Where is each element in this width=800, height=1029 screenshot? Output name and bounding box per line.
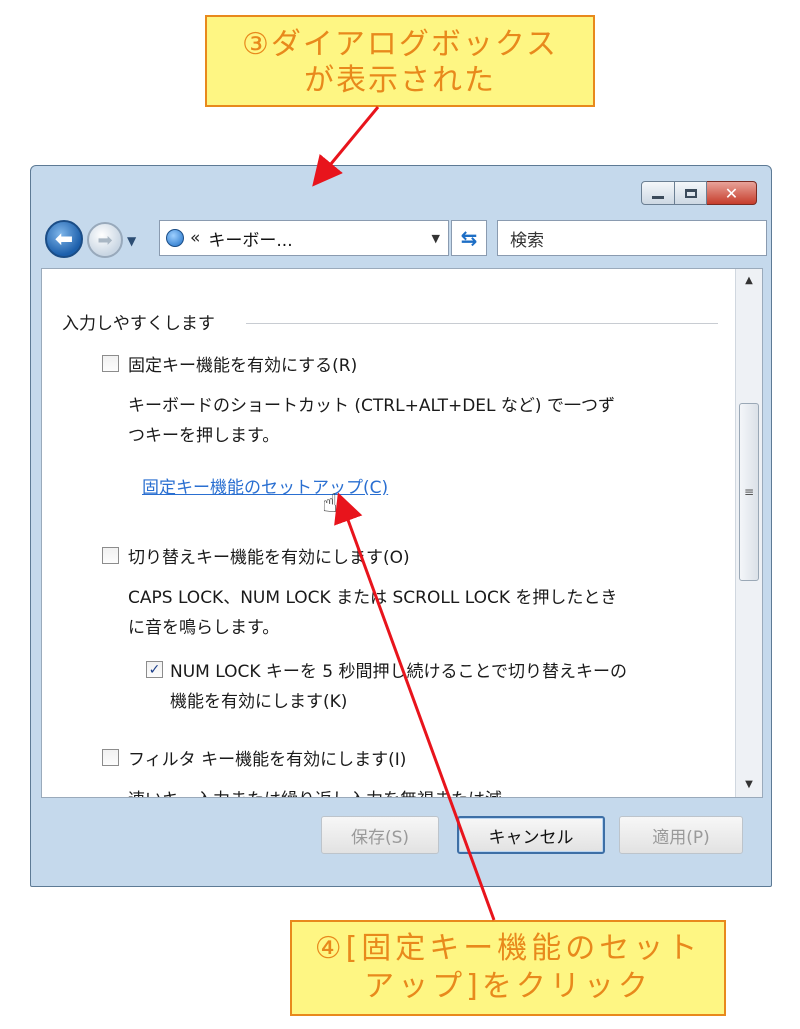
toggle-keys-label[interactable]: 切り替えキー機能を有効にします(O) bbox=[128, 543, 410, 568]
address-bar[interactable]: « キーボー... ▼ bbox=[159, 220, 449, 256]
refresh-icon: ⇆ bbox=[460, 226, 478, 250]
callout-top-line2: が表示された bbox=[304, 63, 496, 98]
navigation-bar: ⬅ ➡ ▼ « キーボー... ▼ ⇆ 検索 bbox=[31, 212, 771, 264]
toggle-keys-desc-line2: に音を鳴らします。 bbox=[128, 618, 280, 638]
sticky-keys-desc-line1: キーボードのショートカット (CTRL+ALT+DEL など) で一つず bbox=[128, 396, 615, 416]
search-placeholder: 検索 bbox=[510, 230, 544, 251]
search-input[interactable]: 検索 bbox=[497, 220, 767, 256]
toggle-keys-desc-line1: CAPS LOCK、NUM LOCK または SCROLL LOCK を押したと… bbox=[128, 588, 618, 608]
arrow-left-icon: ⬅ bbox=[54, 226, 74, 252]
scroll-thumb[interactable]: ≡ bbox=[739, 403, 759, 581]
vertical-scrollbar[interactable]: ▲ ≡ ▼ bbox=[735, 269, 762, 797]
control-panel-icon bbox=[166, 229, 184, 247]
filter-keys-label[interactable]: フィルタ キー機能を有効にします(I) bbox=[128, 745, 406, 770]
maximize-button[interactable] bbox=[675, 181, 707, 205]
save-button[interactable]: 保存(S) bbox=[321, 816, 439, 854]
close-button[interactable]: ✕ bbox=[707, 181, 757, 205]
chevron-down-icon: ▼ bbox=[127, 234, 137, 248]
control-panel-window: ✕ ⬅ ➡ ▼ « キーボー... ▼ ⇆ 検索 入力しやすくします 固定キー機… bbox=[30, 165, 772, 887]
hand-cursor-icon: ☝ bbox=[322, 489, 338, 519]
close-icon: ✕ bbox=[724, 183, 739, 203]
dialog-footer: 保存(S) キャンセル 適用(P) bbox=[41, 802, 763, 878]
minimize-button[interactable] bbox=[641, 181, 675, 205]
sticky-keys-desc-line2: つキーを押します。 bbox=[128, 426, 280, 446]
cancel-button[interactable]: キャンセル bbox=[457, 816, 605, 854]
window-controls: ✕ bbox=[641, 181, 757, 205]
address-dropdown-icon[interactable]: ▼ bbox=[432, 232, 440, 245]
sticky-keys-label[interactable]: 固定キー機能を有効にする(R) bbox=[128, 351, 357, 376]
grip-icon: ≡ bbox=[743, 485, 755, 499]
back-button[interactable]: ⬅ bbox=[45, 220, 83, 258]
numlock-toggle-label-line2[interactable]: 機能を有効にします(K) bbox=[170, 687, 347, 712]
scroll-up-arrow-icon[interactable]: ▲ bbox=[736, 269, 762, 293]
filter-keys-desc-partial: 速いキー入力または繰り返し入力を無視または減 bbox=[128, 785, 502, 797]
callout-click-setup: ④[固定キー機能のセット アップ]をクリック bbox=[290, 920, 726, 1016]
arrow-right-icon: ➡ bbox=[97, 229, 113, 251]
forward-button[interactable]: ➡ bbox=[87, 222, 123, 258]
history-dropdown[interactable]: ▼ bbox=[127, 234, 136, 248]
callout-top-line1: ③ダイアログボックス bbox=[242, 27, 558, 62]
apply-button[interactable]: 適用(P) bbox=[619, 816, 743, 854]
maximize-icon bbox=[684, 188, 697, 198]
sticky-keys-checkbox[interactable] bbox=[102, 355, 119, 372]
group-divider bbox=[246, 323, 718, 324]
callout-bottom-line1: ④[固定キー機能のセット bbox=[314, 931, 702, 966]
group-label: 入力しやすくします bbox=[62, 314, 215, 334]
settings-content: 入力しやすくします 固定キー機能を有効にする(R) キーボードのショートカット … bbox=[41, 268, 763, 798]
callout-dialog-shown: ③ダイアログボックス が表示された bbox=[205, 15, 595, 107]
callout-bottom-line2: アップ]をクリック bbox=[364, 969, 652, 1004]
toggle-keys-checkbox[interactable] bbox=[102, 547, 119, 564]
filter-keys-checkbox[interactable] bbox=[102, 749, 119, 766]
refresh-button[interactable]: ⇆ bbox=[451, 220, 487, 256]
sticky-keys-setup-link[interactable]: 固定キー機能のセットアップ(C) bbox=[142, 473, 388, 498]
numlock-toggle-label-line1[interactable]: NUM LOCK キーを 5 秒間押し続けることで切り替えキーの bbox=[170, 657, 627, 682]
title-bar: ✕ bbox=[31, 166, 771, 210]
breadcrumb[interactable]: キーボー... bbox=[208, 226, 431, 251]
scroll-down-arrow-icon[interactable]: ▼ bbox=[736, 773, 762, 797]
numlock-toggle-checkbox[interactable]: ✓ bbox=[146, 661, 163, 678]
breadcrumb-overflow[interactable]: « bbox=[190, 228, 200, 248]
minimize-icon bbox=[652, 195, 664, 199]
